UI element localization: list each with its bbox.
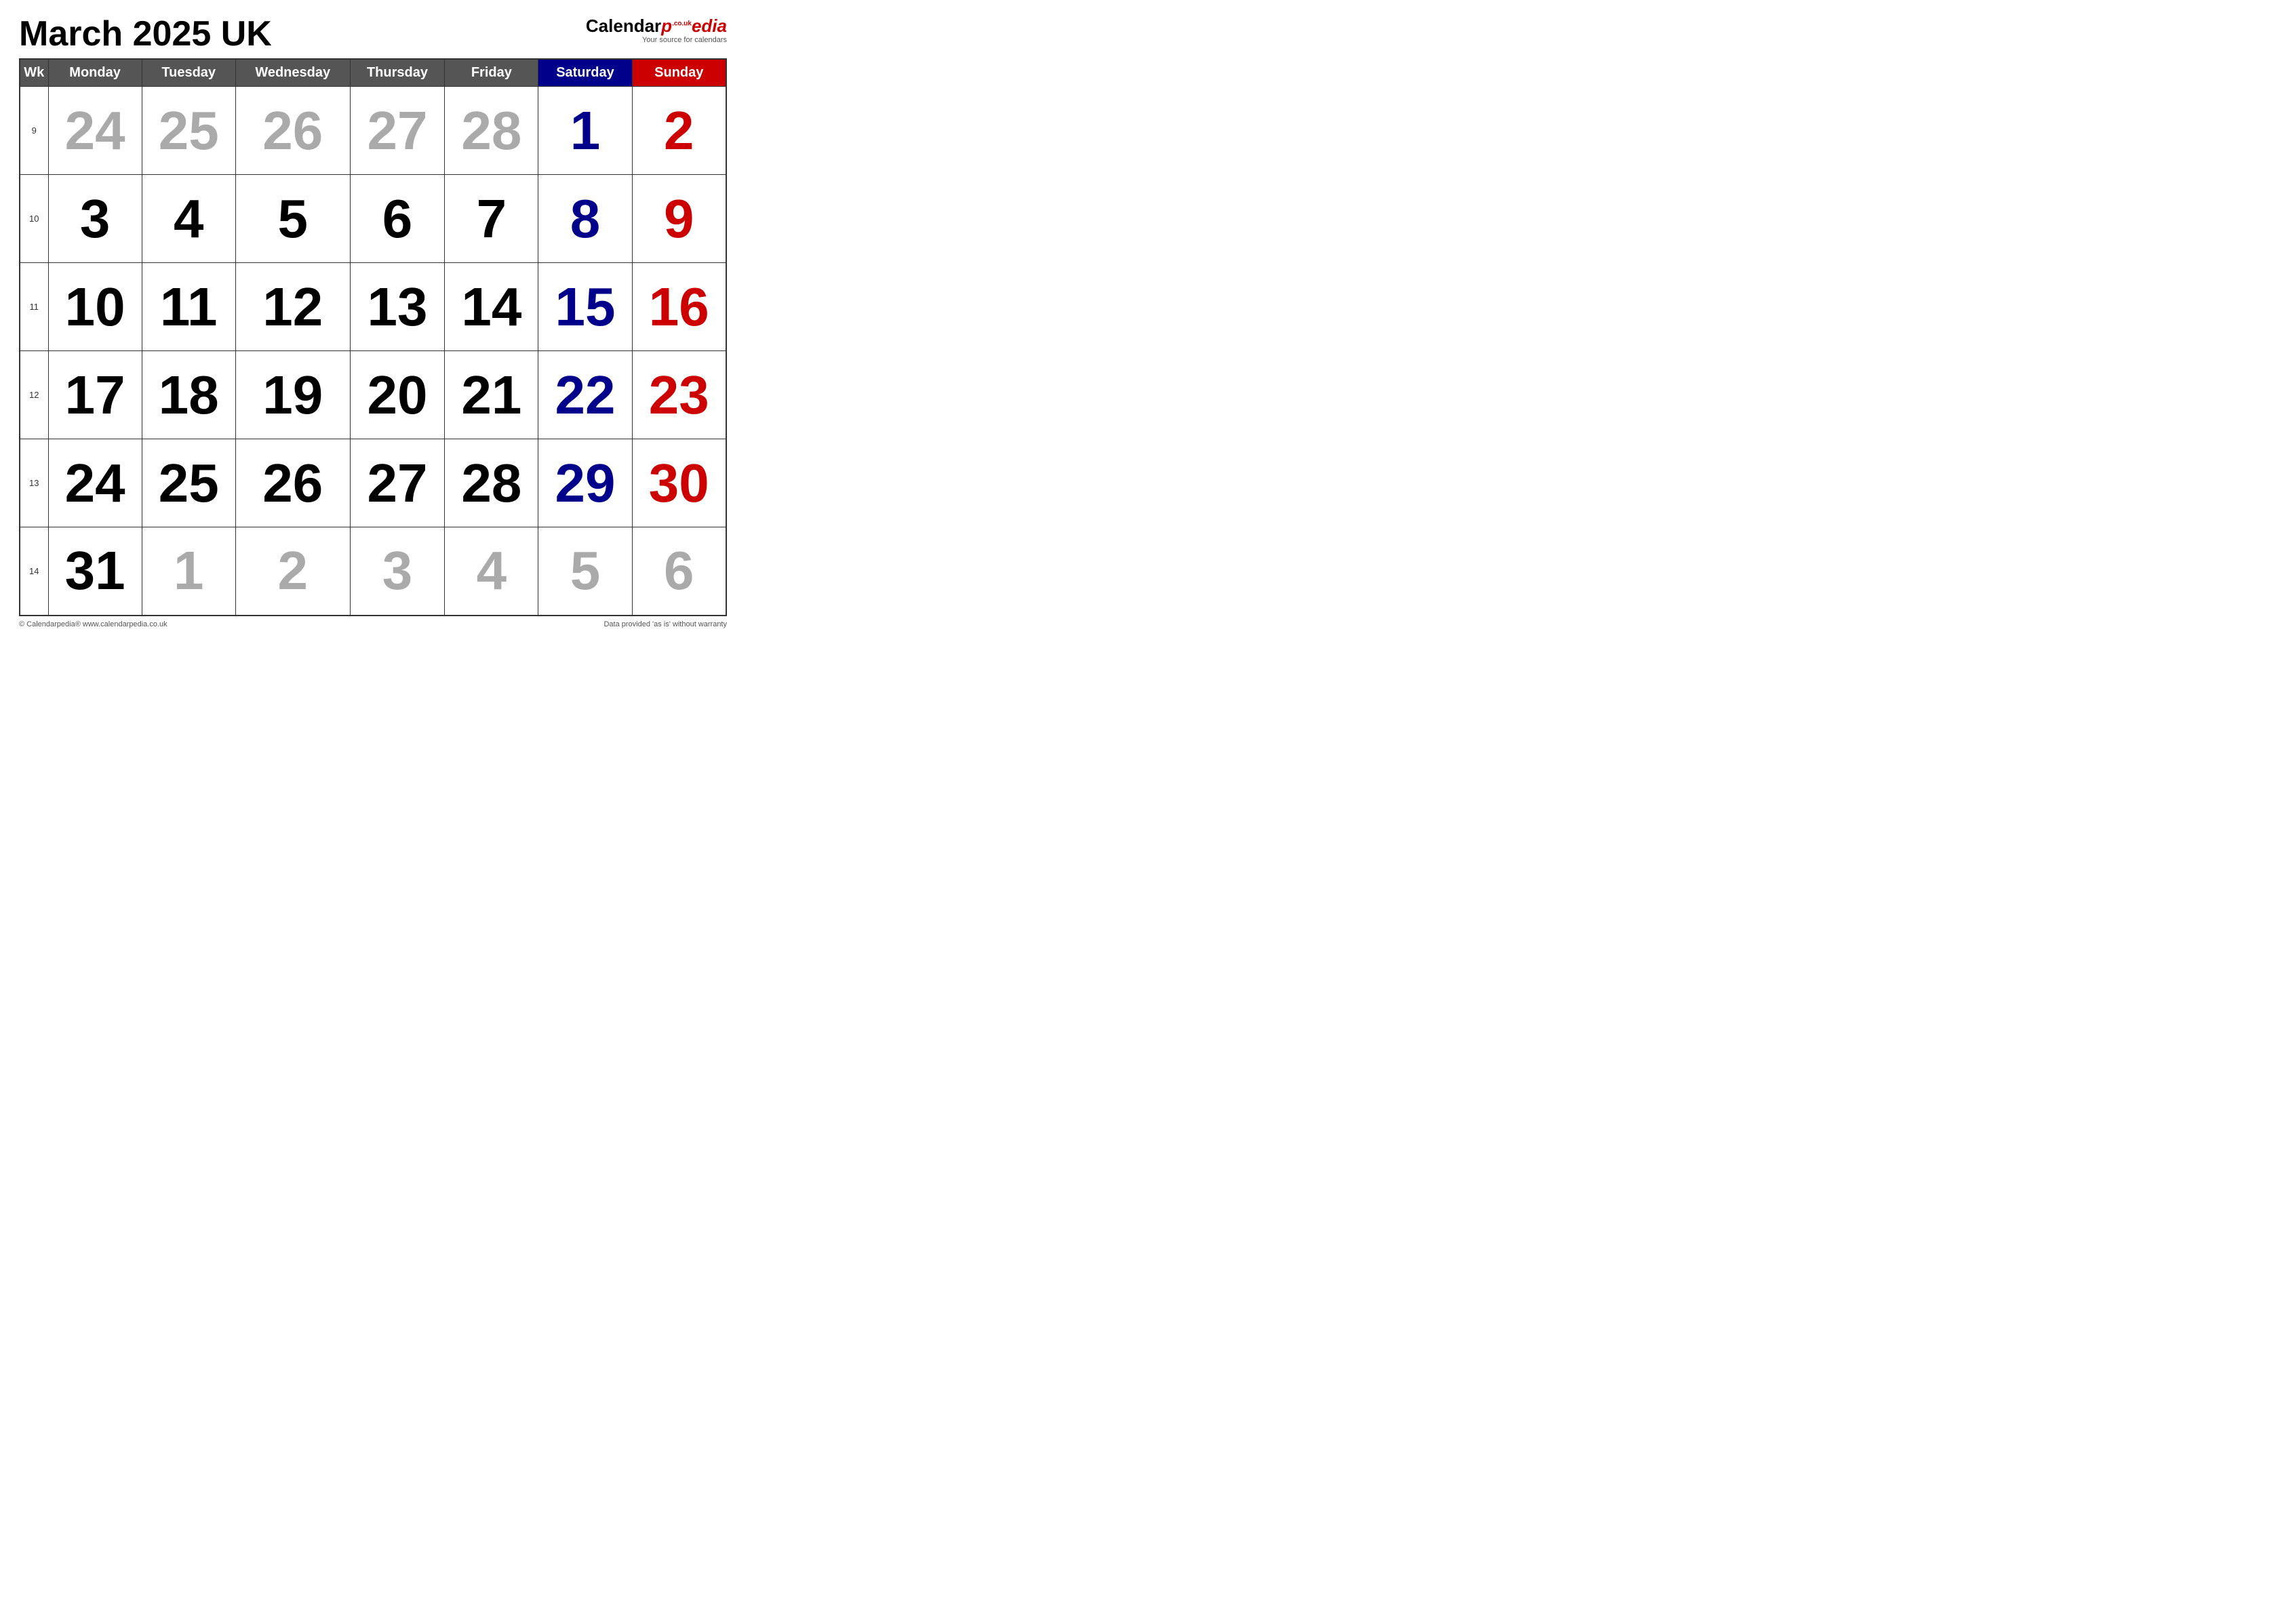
day-cell: 14 — [445, 263, 538, 351]
day-cell: 1 — [142, 527, 235, 616]
day-cell: 31 — [48, 527, 142, 616]
day-cell: 6 — [350, 175, 445, 263]
wk-cell: 12 — [20, 351, 48, 439]
day-cell: 7 — [445, 175, 538, 263]
day-cell: 9 — [632, 175, 726, 263]
sunday-header: Sunday — [632, 59, 726, 87]
day-cell: 3 — [48, 175, 142, 263]
day-cell: 15 — [538, 263, 632, 351]
day-cell: 24 — [48, 439, 142, 527]
wk-cell: 14 — [20, 527, 48, 616]
day-cell: 28 — [445, 439, 538, 527]
footer-right: Data provided 'as is' without warranty — [603, 620, 727, 628]
monday-header: Monday — [48, 59, 142, 87]
calendar-row: 1431123456 — [20, 527, 726, 616]
day-cell: 10 — [48, 263, 142, 351]
day-cell: 1 — [538, 87, 632, 175]
calendar-title: March 2025 UK — [19, 16, 272, 52]
logo-brand: Calendarp.co.ukedia — [586, 16, 727, 36]
wk-cell: 13 — [20, 439, 48, 527]
day-cell: 22 — [538, 351, 632, 439]
day-cell: 25 — [142, 439, 235, 527]
calendar-table: Wk Monday Tuesday Wednesday Thursday Fri… — [19, 58, 727, 616]
day-cell: 20 — [350, 351, 445, 439]
day-cell: 26 — [235, 87, 350, 175]
day-cell: 26 — [235, 439, 350, 527]
wk-header: Wk — [20, 59, 48, 87]
logo-area: Calendarp.co.ukedia Your source for cale… — [586, 16, 727, 44]
wednesday-header: Wednesday — [235, 59, 350, 87]
day-cell: 4 — [445, 527, 538, 616]
footer-left: © Calendarpedia® www.calendarpedia.co.uk — [19, 620, 167, 628]
day-cell: 6 — [632, 527, 726, 616]
day-cell: 19 — [235, 351, 350, 439]
day-cell: 28 — [445, 87, 538, 175]
day-cell: 23 — [632, 351, 726, 439]
day-cell: 4 — [142, 175, 235, 263]
wk-cell: 10 — [20, 175, 48, 263]
footer: © Calendarpedia® www.calendarpedia.co.uk… — [19, 620, 727, 628]
calendar-row: 103456789 — [20, 175, 726, 263]
day-cell: 27 — [350, 87, 445, 175]
day-cell: 16 — [632, 263, 726, 351]
day-cell: 29 — [538, 439, 632, 527]
saturday-header: Saturday — [538, 59, 632, 87]
day-cell: 17 — [48, 351, 142, 439]
day-cell: 27 — [350, 439, 445, 527]
calendar-row: 1324252627282930 — [20, 439, 726, 527]
header-row: Wk Monday Tuesday Wednesday Thursday Fri… — [20, 59, 726, 87]
day-cell: 5 — [235, 175, 350, 263]
day-cell: 25 — [142, 87, 235, 175]
thursday-header: Thursday — [350, 59, 445, 87]
wk-cell: 9 — [20, 87, 48, 175]
day-cell: 8 — [538, 175, 632, 263]
logo-sub: Your source for calendars — [642, 36, 727, 44]
calendar-row: 1217181920212223 — [20, 351, 726, 439]
day-cell: 2 — [235, 527, 350, 616]
tuesday-header: Tuesday — [142, 59, 235, 87]
day-cell: 13 — [350, 263, 445, 351]
calendar-row: 1110111213141516 — [20, 263, 726, 351]
day-cell: 30 — [632, 439, 726, 527]
day-cell: 24 — [48, 87, 142, 175]
day-cell: 3 — [350, 527, 445, 616]
friday-header: Friday — [445, 59, 538, 87]
day-cell: 21 — [445, 351, 538, 439]
day-cell: 12 — [235, 263, 350, 351]
day-cell: 2 — [632, 87, 726, 175]
wk-cell: 11 — [20, 263, 48, 351]
page-header: March 2025 UK Calendarp.co.ukedia Your s… — [19, 16, 727, 52]
day-cell: 18 — [142, 351, 235, 439]
calendar-body: 9242526272812103456789111011121314151612… — [20, 87, 726, 616]
day-cell: 11 — [142, 263, 235, 351]
calendar-row: 9242526272812 — [20, 87, 726, 175]
day-cell: 5 — [538, 527, 632, 616]
